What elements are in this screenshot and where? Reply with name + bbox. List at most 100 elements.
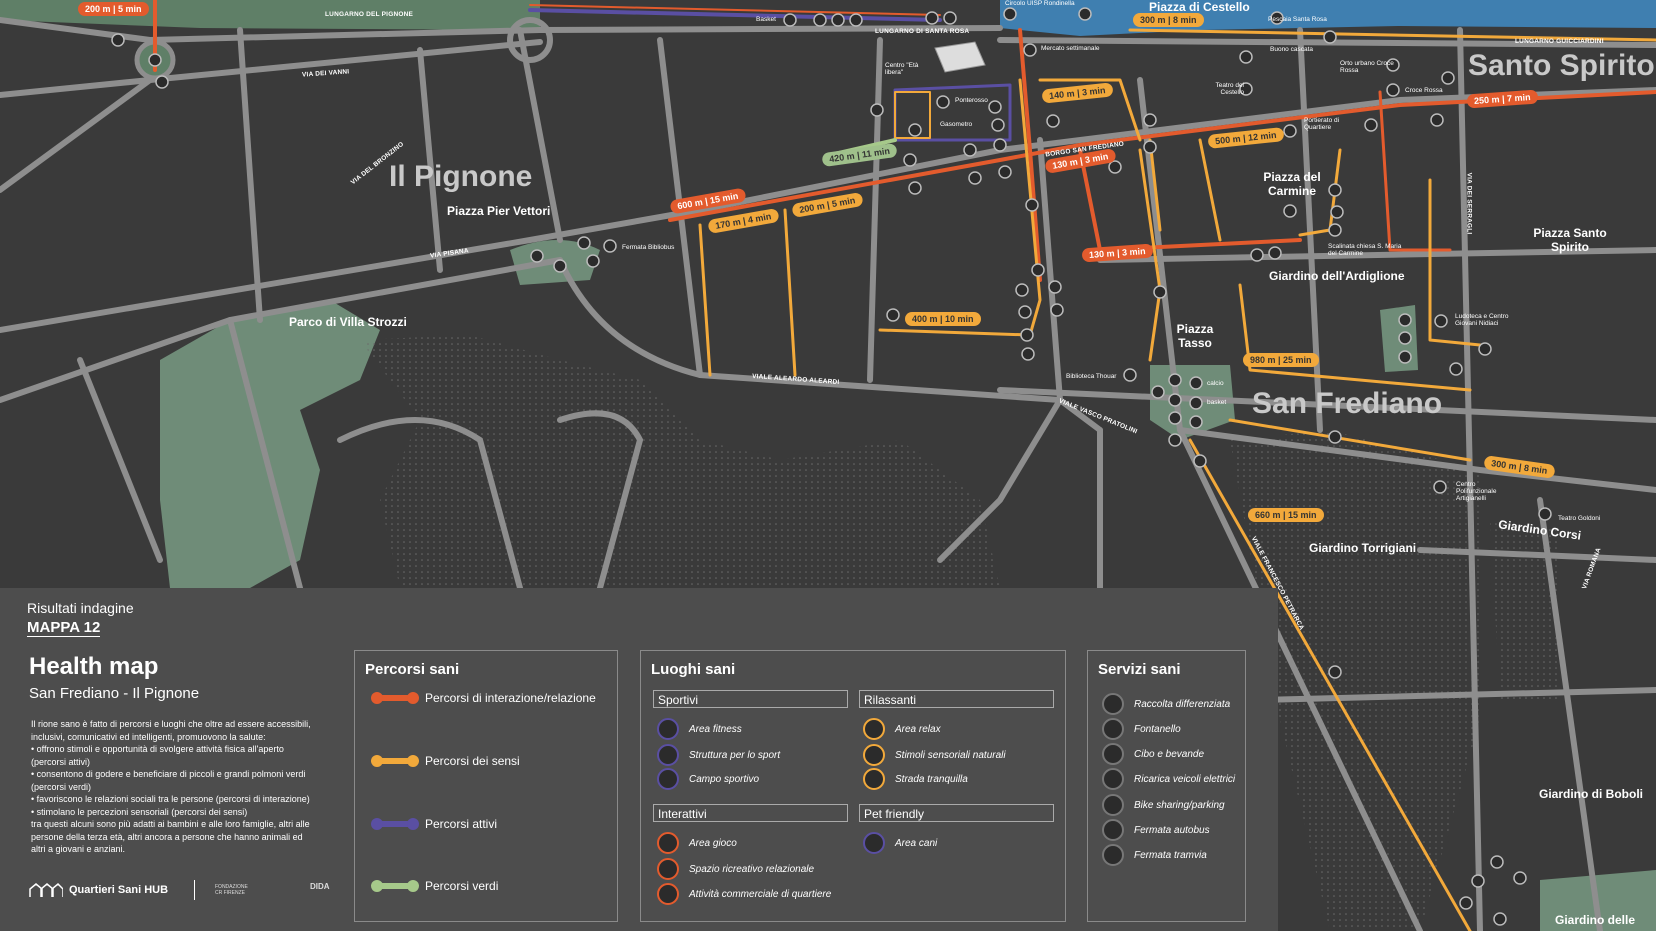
- poi-label: calcio: [1207, 380, 1224, 387]
- playground-icon: [657, 832, 679, 854]
- sport-field-icon: [657, 768, 679, 790]
- legend-item: Stimoli sensoriali naturali: [863, 744, 1006, 766]
- poi-label: Circolo UISP Rondinella: [1005, 0, 1075, 7]
- legend-item: Area gioco: [657, 832, 737, 854]
- legend-item: Campo sportivo: [657, 768, 759, 790]
- legend-item: Spazio ricreativo relazionale: [657, 858, 814, 880]
- tram-icon: [1102, 844, 1124, 866]
- place-label: Parco di Villa Strozzi: [289, 315, 407, 329]
- distance-badge: 400 m | 10 min: [905, 312, 981, 326]
- poi-label: Centro "Età libera": [885, 62, 919, 76]
- legend-item: Raccolta differenziata: [1102, 693, 1230, 715]
- poi-label: Orto urbano Croce Rossa: [1340, 60, 1394, 74]
- legend-item: Area cani: [863, 832, 937, 854]
- route-swatch: [371, 692, 419, 704]
- place-label: Giardino dell'Ardiglione: [1269, 269, 1405, 283]
- percorso-interazione: Percorsi di interazione/relazione: [371, 691, 596, 705]
- legend-item: Area relax: [863, 718, 941, 740]
- street-label: VIA DEI SERRAGLI: [1465, 172, 1473, 235]
- place-label: Giardino delle: [1555, 913, 1636, 927]
- food-icon: [1102, 743, 1124, 765]
- legend-item: Fontanello: [1102, 718, 1181, 740]
- poi-label: Teatro del Cestello: [1215, 82, 1244, 96]
- place-label: Piazza Tasso: [1176, 322, 1214, 350]
- group-pet: Pet friendly: [859, 804, 1054, 822]
- legend-item: Ricarica veicoli elettrici: [1102, 768, 1235, 790]
- poi-label: Gasometro: [940, 121, 973, 128]
- percorsi-title: Percorsi sani: [365, 661, 460, 678]
- poi-label: Teatro Goldoni: [1558, 515, 1601, 522]
- place-label: Piazza Santo Spirito: [1533, 226, 1607, 254]
- group-interattivi: Interattivi: [653, 804, 848, 822]
- poi-label: Centro Polifunzionale Artigianelli: [1456, 481, 1497, 502]
- shop-icon: [657, 883, 679, 905]
- route-swatch: [371, 880, 419, 892]
- percorsi-box: Percorsi sani Percorsi di interazione/re…: [354, 650, 618, 922]
- legend-item: Cibo e bevande: [1102, 743, 1204, 765]
- distance-badge: 300 m | 8 min: [1133, 13, 1204, 27]
- group-rilassanti: Rilassanti: [859, 690, 1054, 708]
- place-label: Giardino Torrigiani: [1309, 541, 1417, 555]
- distance-badge: 660 m | 15 min: [1248, 508, 1324, 522]
- paw-icon: [863, 832, 885, 854]
- recycle-icon: [1102, 693, 1124, 715]
- bike-icon: [1102, 794, 1124, 816]
- route-swatch: [371, 818, 419, 830]
- legend-panel: Risultati indagine MAPPA 12 Health map S…: [0, 588, 1278, 931]
- legend-subtitle: San Frediano - Il Pignone: [29, 685, 200, 702]
- place-label: Piazza Pier Vettori: [447, 204, 551, 218]
- place-label: Giardino di Boboli: [1539, 787, 1643, 801]
- legend-title: Health map: [29, 653, 159, 680]
- fitness-icon: [657, 718, 679, 740]
- poi-label: Buono cascata: [1270, 46, 1314, 53]
- poi-label: Croce Rossa: [1405, 87, 1443, 94]
- legend-item: Attività commerciale di quartiere: [657, 883, 831, 905]
- percorso-verdi: Percorsi verdi: [371, 879, 498, 893]
- poi-label: Ludoteca e Centro Giovani Nidiaci: [1455, 313, 1509, 327]
- poi-label: Pescaia Santa Rosa: [1268, 16, 1327, 23]
- poi-label: Biblioteca Thouar: [1066, 373, 1117, 380]
- percorso-sensi: Percorsi dei sensi: [371, 754, 520, 768]
- poi-label: basket: [1207, 399, 1227, 406]
- legend-item: Struttura per lo sport: [657, 744, 780, 766]
- legend-item: Bike sharing/parking: [1102, 794, 1225, 816]
- partner-logo: DIDA: [310, 882, 330, 891]
- brand-logo: Quartieri Sani HUB: [29, 882, 168, 898]
- poi-label: Mercato settimanale: [1041, 45, 1100, 52]
- street-label: LUNGARNO GUICCIARDINI: [1515, 38, 1604, 45]
- route-swatch: [371, 755, 419, 767]
- distance-badge: 200 m | 5 min: [78, 2, 149, 16]
- legend-item: Strada tranquilla: [863, 768, 968, 790]
- distance-badge: 980 m | 25 min: [1243, 353, 1319, 367]
- servizi-box: Servizi sani Raccolta differenziata Font…: [1087, 650, 1246, 922]
- servizi-title: Servizi sani: [1098, 661, 1181, 678]
- poi-label: Basket: [756, 16, 776, 23]
- sport-structure-icon: [657, 744, 679, 766]
- poi-label: Ponterosso: [955, 97, 988, 104]
- quiet-street-icon: [863, 768, 885, 790]
- partner-logo: FONDAZIONE CR FIRENZE: [215, 884, 248, 896]
- nature-icon: [863, 744, 885, 766]
- district-pignone: Il Pignone: [389, 160, 533, 193]
- legend-item: Fermata autobus: [1102, 819, 1210, 841]
- poi-label: Fermata Bibliobus: [622, 244, 675, 251]
- recreation-icon: [657, 858, 679, 880]
- street-label: LUNGARNO DI SANTA ROSA: [875, 28, 970, 35]
- poi-label: Scalinata chiesa S. Maria del Carmine: [1328, 243, 1402, 257]
- houses-icon: [29, 882, 63, 897]
- place-label: Piazza del Carmine: [1263, 170, 1321, 198]
- legend-description: Il rione sano è fatto di percorsi e luog…: [31, 719, 311, 854]
- district-san-frediano: San Frediano: [1252, 387, 1443, 420]
- poi-label: Portierato di Quartiere: [1304, 117, 1340, 131]
- place-label: Piazza di Cestello: [1149, 0, 1250, 14]
- group-sportivi: Sportivi: [653, 690, 848, 708]
- ev-charging-icon: [1102, 768, 1124, 790]
- legend-item: Area fitness: [657, 718, 742, 740]
- fountain-icon: [1102, 718, 1124, 740]
- legend-kicker: Risultati indagine: [27, 600, 134, 616]
- bus-icon: [1102, 819, 1124, 841]
- street-label: LUNGARNO DEL PIGNONE: [325, 11, 414, 18]
- legend-item: Fermata tramvia: [1102, 844, 1207, 866]
- brand-name: Quartieri Sani HUB: [69, 884, 169, 896]
- relax-icon: [863, 718, 885, 740]
